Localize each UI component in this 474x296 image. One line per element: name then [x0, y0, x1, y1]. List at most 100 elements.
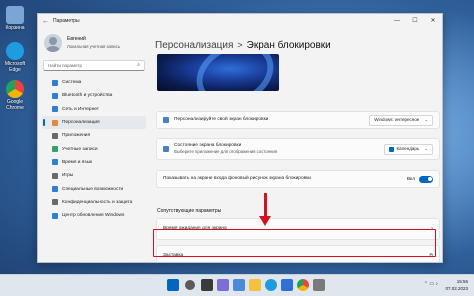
breadcrumb-separator: > [237, 40, 243, 50]
gamepad-icon [52, 172, 58, 179]
user-profile[interactable]: Евгений Локальная учетная запись [38, 28, 150, 58]
sidebar-item-gaming[interactable]: Игры [42, 169, 146, 182]
maximize-button[interactable]: ☐ [406, 14, 424, 28]
setting-personalize-lock-screen: Персонализируйте свой экран блокировки W… [156, 111, 440, 129]
sidebar-item-label: Сеть и Интернет [62, 106, 99, 112]
chevron-down-icon: ⌄ [424, 146, 428, 151]
profile-name: Евгений [67, 36, 86, 42]
chevron-down-icon: ⌄ [424, 117, 428, 122]
breadcrumb-parent[interactable]: Персонализация [155, 40, 233, 51]
dropdown-value: Календарь [396, 146, 420, 151]
dropdown-value: Windows: интересное [374, 117, 420, 122]
status-icon [163, 146, 169, 152]
system-icon [52, 79, 58, 86]
setting-signin-background: Показывать на экране входа фоновый рисун… [156, 170, 440, 188]
signin-background-toggle[interactable] [419, 175, 433, 183]
sidebar-item-label: Bluetooth и устройства [62, 93, 113, 99]
clock[interactable]: 15:56 07.02.2023 [445, 278, 468, 292]
sidebar-item-apps[interactable]: Приложения [42, 129, 146, 142]
store-icon[interactable] [281, 279, 293, 291]
globe-icon [52, 159, 58, 166]
sidebar-item-label: Учетные записи [62, 146, 98, 152]
taskbar: ⌃ ▭ ♪ 15:56 07.02.2023 [0, 274, 474, 296]
accessibility-icon [52, 186, 58, 193]
desktop-icon-edge[interactable]: Microsoft Edge [2, 42, 28, 73]
account-icon [52, 146, 58, 153]
sidebar-item-label: Приложения [62, 133, 91, 139]
edge-taskbar-icon[interactable] [265, 279, 277, 291]
chrome-taskbar-icon[interactable] [297, 279, 309, 291]
toggle-state-label: Вкл [406, 176, 415, 182]
desktop-icon-recycle-bin[interactable]: Корзина [2, 6, 28, 31]
page-title: Экран блокировки [246, 39, 331, 51]
sidebar-item-label: Время и язык [62, 159, 93, 165]
sidebar-item-label: Специальные возможности [62, 186, 124, 192]
chrome-icon [6, 80, 24, 98]
calendar-icon [388, 146, 394, 152]
back-arrow-icon[interactable]: ← [42, 18, 50, 25]
main-content: Персонализация > Экран блокировки Персон… [155, 28, 442, 262]
window-controls: — ☐ ✕ [388, 14, 442, 28]
sidebar-item-personalization[interactable]: Персонализация [42, 115, 146, 130]
desktop-icon-label: Корзина [5, 25, 25, 31]
sidebar-item-time-language[interactable]: Время и язык [42, 156, 146, 169]
search-placeholder: Найти параметр [48, 63, 83, 68]
brush-icon [52, 119, 58, 126]
annotation-arrow-head [259, 216, 271, 226]
profile-info: Евгений Локальная учетная запись [67, 36, 120, 50]
lock-screen-status-dropdown[interactable]: Календарь ⌄ [383, 143, 433, 155]
sidebar-item-privacy[interactable]: Конфиденциальность и защита [42, 196, 146, 209]
clock-date: 07.02.2023 [445, 286, 468, 291]
task-view-icon[interactable] [201, 279, 213, 291]
sidebar-item-label: Персонализация [62, 120, 100, 126]
sidebar-item-system[interactable]: Система [42, 76, 146, 89]
lock-screen-type-dropdown[interactable]: Windows: интересное ⌄ [369, 114, 433, 126]
shield-icon [52, 199, 58, 206]
minimize-button[interactable]: — [388, 14, 406, 28]
setting-label: Персонализируйте свой экран блокировки [174, 117, 269, 122]
lock-screen-preview [157, 54, 279, 91]
start-icon[interactable] [167, 279, 179, 291]
settings-window: ← Параметры — ☐ ✕ Евгений Локальная учет… [37, 13, 443, 263]
search-icon: ⌕ [137, 62, 140, 68]
system-tray[interactable]: ⌃ ▭ ♪ [424, 281, 438, 287]
sidebar-item-bluetooth[interactable]: Bluetooth и устройства [42, 89, 146, 102]
bluetooth-icon [52, 92, 58, 99]
desktop-icon-label: Google Chrome [6, 99, 24, 111]
avatar [44, 34, 62, 52]
highlight-box [153, 229, 436, 257]
search-input[interactable]: Найти параметр ⌕ [43, 60, 145, 71]
recycle-bin-icon [6, 6, 24, 24]
network-icon [52, 106, 58, 113]
file-explorer-icon[interactable] [249, 279, 261, 291]
desktop-icon-label: Microsoft Edge [4, 61, 26, 73]
search-taskbar-icon[interactable] [185, 280, 195, 290]
chat-icon[interactable] [233, 279, 245, 291]
edge-icon [6, 42, 24, 60]
window-title: Параметры [53, 18, 80, 24]
sidebar-item-label: Игры [62, 173, 74, 179]
setting-sub: Выберите приложение для отображения сост… [174, 149, 278, 154]
sidebar-item-label: Конфиденциальность и защита [62, 199, 133, 205]
sidebar-item-label: Система [62, 80, 82, 86]
related-settings-title: Сопутствующие параметры [157, 208, 222, 214]
sidebar-item-windows-update[interactable]: Центр обновления Windows [42, 209, 146, 222]
picture-icon [163, 117, 169, 123]
clock-time: 15:56 [456, 279, 468, 284]
setting-label: Показывать на экране входа фоновый рисун… [163, 176, 311, 181]
sidebar-item-network[interactable]: Сеть и Интернет [42, 103, 146, 116]
title-bar: ← Параметры — ☐ ✕ [38, 14, 442, 28]
close-button[interactable]: ✕ [424, 14, 442, 28]
sidebar: Евгений Локальная учетная запись Найти п… [38, 28, 150, 262]
apps-icon [52, 132, 58, 139]
settings-taskbar-icon[interactable] [313, 279, 325, 291]
sidebar-item-label: Центр обновления Windows [62, 213, 125, 219]
sidebar-item-accessibility[interactable]: Специальные возможности [42, 182, 146, 195]
breadcrumb: Персонализация > Экран блокировки [155, 28, 442, 54]
profile-subtitle: Локальная учетная запись [67, 44, 120, 49]
setting-text: Состояние экрана блокировки Выберите при… [174, 143, 277, 155]
widgets-icon[interactable] [217, 279, 229, 291]
desktop-icon-chrome[interactable]: Google Chrome [2, 80, 28, 111]
sidebar-item-accounts[interactable]: Учетные записи [42, 142, 146, 155]
setting-lock-screen-status: Состояние экрана блокировки Выберите при… [156, 138, 440, 160]
